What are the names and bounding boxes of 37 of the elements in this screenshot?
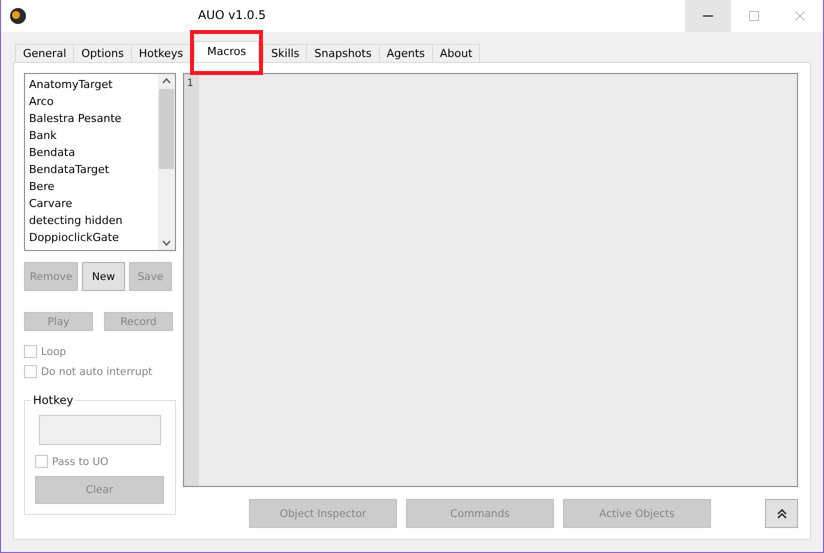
tab[interactable]: Options <box>73 44 132 62</box>
scrollbar[interactable] <box>158 74 175 250</box>
window-title: AUO v1.0.5 <box>198 8 266 22</box>
checkbox-label: Do not auto interrupt <box>41 366 152 378</box>
macro-list-item[interactable]: detecting hidden <box>29 212 158 229</box>
minimize-button[interactable] <box>685 0 731 32</box>
macro-list-item[interactable]: Arco <box>29 93 158 110</box>
hotkey-field[interactable] <box>39 415 161 445</box>
checkbox[interactable] <box>24 345 37 358</box>
double-chevron-up-icon <box>776 508 786 518</box>
tab[interactable]: Agents <box>378 44 433 62</box>
checkbox-label: Pass to UO <box>52 456 108 468</box>
line-number: 1 <box>186 77 194 89</box>
macro-button[interactable]: New <box>82 262 125 291</box>
group-title: Hotkey <box>32 393 74 407</box>
checkbox-label: Loop <box>41 346 66 358</box>
macro-list-item[interactable]: Carvare <box>29 195 158 212</box>
macro-list-item[interactable]: BendataTarget <box>29 161 158 178</box>
macro-list-item[interactable]: Bendata <box>29 144 158 161</box>
tab[interactable]: General <box>15 44 74 62</box>
maximize-icon <box>749 11 759 21</box>
collapse-button[interactable] <box>765 499 798 528</box>
macro-list-item[interactable]: AnatomyTarget <box>29 76 158 93</box>
app-logo-icon <box>9 7 27 25</box>
macro-list-item[interactable]: Balestra Pesante <box>29 110 158 127</box>
code-editor[interactable]: 1 <box>183 73 798 487</box>
checkbox[interactable] <box>35 455 48 468</box>
tab[interactable]: Skills <box>263 44 308 62</box>
tab[interactable]: Hotkeys <box>130 44 192 62</box>
tab[interactable]: Snapshots <box>306 44 380 62</box>
macro-list-item[interactable]: Bank <box>29 127 158 144</box>
checkbox[interactable] <box>24 365 37 378</box>
close-icon <box>795 11 805 21</box>
macro-list-item[interactable]: DoppioclickGate <box>29 229 158 246</box>
tab[interactable]: Macros <box>194 41 260 62</box>
macro-list-item[interactable]: Bere <box>29 178 158 195</box>
tab[interactable]: About <box>432 44 480 62</box>
